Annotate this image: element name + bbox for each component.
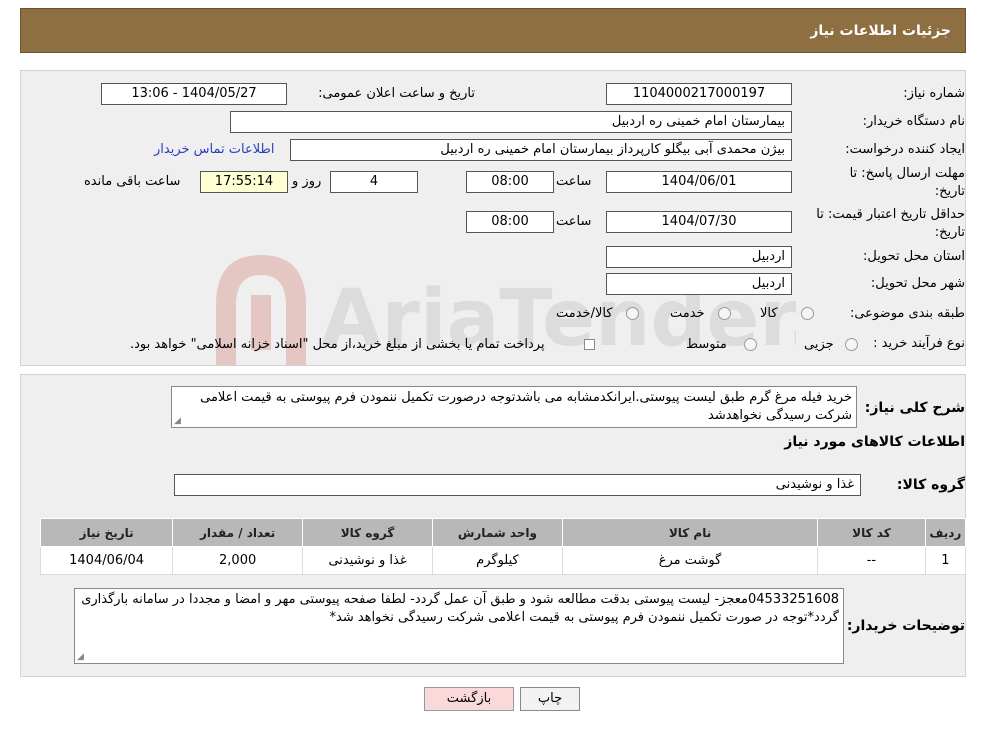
- reply-deadline-time-label: ساعت: [556, 174, 592, 189]
- category-goods-service-radio[interactable]: [626, 307, 639, 320]
- buyer-org-label: نام دستگاه خریدار:: [862, 114, 965, 129]
- reply-deadline-date: 1404/06/01: [606, 171, 792, 193]
- days-label: روز و: [292, 174, 322, 189]
- table-row: 1 -- گوشت مرغ کیلوگرم غذا و نوشیدنی 2,00…: [39, 546, 967, 575]
- requester-field: بیژن محمدی آبی بیگلو کارپرداز بیمارستان …: [290, 139, 792, 161]
- process-minor-radio[interactable]: [845, 338, 858, 351]
- category-goods-radio[interactable]: [801, 307, 814, 320]
- delivery-city-field: اردبیل: [606, 273, 792, 295]
- col-header-unit: واحد شمارش: [431, 518, 563, 547]
- treasury-note: پرداخت تمام یا بخشی از مبلغ خرید،از محل …: [130, 337, 545, 352]
- col-header-need-date: تاریخ نیاز: [39, 518, 174, 547]
- buyer-notes-label: توضیحات خریدار:: [846, 618, 965, 634]
- summary-text: خرید فیله مرغ گرم طبق لیست پیوستی.ایرانک…: [200, 390, 852, 423]
- col-header-item-name: نام کالا: [561, 518, 819, 547]
- time-remaining-label: ساعت باقی مانده: [84, 174, 181, 189]
- buyer-notes-text: 04533251608معجز- لیست پیوستی بدقت مطالعه…: [81, 592, 839, 625]
- need-number-field: 1104000217000197: [606, 83, 792, 105]
- announce-datetime-field: 1404/05/27 - 13:06: [101, 83, 287, 105]
- category-service-label: خدمت: [670, 306, 705, 321]
- resize-grip-icon[interactable]: ◢: [174, 417, 181, 426]
- col-header-group: گروه کالا: [302, 518, 433, 547]
- price-validity-label-2: تاریخ:: [934, 225, 965, 240]
- col-header-row-number: ردیف: [924, 518, 967, 547]
- reply-deadline-time: 08:00: [466, 171, 554, 193]
- price-validity-label: حداقل تاریخ اعتبار قیمت: تا: [816, 207, 965, 222]
- buyer-org-field: بیمارستان امام خمینی ره اردبیل: [230, 111, 792, 133]
- cell-unit: کیلوگرم: [431, 546, 563, 575]
- delivery-city-label: شهر محل تحویل:: [870, 276, 965, 291]
- process-medium-label: متوسط: [686, 337, 727, 352]
- table-header-row: ردیف کد کالا نام کالا واحد شمارش گروه کا…: [39, 518, 967, 547]
- back-button[interactable]: بازگشت: [424, 687, 514, 711]
- page-title: جزئیات اطلاعات نیاز: [810, 23, 951, 39]
- days-remaining-field: 4: [330, 171, 418, 193]
- reply-deadline-label: مهلت ارسال پاسخ: تا: [849, 166, 965, 181]
- price-validity-time: 08:00: [466, 211, 554, 233]
- col-header-quantity: تعداد / مقدار: [172, 518, 304, 547]
- price-validity-date: 1404/07/30: [606, 211, 792, 233]
- goods-group-label: گروه کالا:: [896, 477, 965, 493]
- cell-quantity: 2,000: [172, 546, 304, 575]
- delivery-province-field: اردبیل: [606, 246, 792, 268]
- time-remaining-field: 17:55:14: [200, 171, 288, 193]
- requester-label: ایجاد کننده درخواست:: [845, 142, 965, 157]
- reply-deadline-label-2: تاریخ:: [934, 184, 965, 199]
- buyer-notes-textarea[interactable]: 04533251608معجز- لیست پیوستی بدقت مطالعه…: [74, 588, 844, 664]
- price-validity-time-label: ساعت: [556, 214, 592, 229]
- print-button[interactable]: چاپ: [520, 687, 580, 711]
- cell-row-number: 1: [924, 546, 967, 575]
- resize-grip-icon[interactable]: ◢: [77, 653, 84, 662]
- buyer-contact-link[interactable]: اطلاعات تماس خریدار: [154, 142, 274, 157]
- purchase-process-label: نوع فرآیند خرید :: [873, 336, 965, 351]
- summary-textarea[interactable]: خرید فیله مرغ گرم طبق لیست پیوستی.ایرانک…: [171, 386, 857, 428]
- page-header: جزئیات اطلاعات نیاز: [20, 8, 966, 53]
- category-label: طبقه بندی موضوعی:: [849, 306, 965, 321]
- cell-item-name: گوشت مرغ: [561, 546, 819, 575]
- cell-need-date: 1404/06/04: [39, 546, 174, 575]
- items-table: ردیف کد کالا نام کالا واحد شمارش گروه کا…: [39, 518, 967, 575]
- goods-section-title: اطلاعات کالاهای مورد نیاز: [784, 434, 965, 450]
- goods-group-field: غذا و نوشیدنی: [174, 474, 861, 496]
- summary-label: شرح کلی نیاز:: [864, 400, 965, 416]
- category-goods-service-label: کالا/خدمت: [556, 306, 613, 321]
- cell-item-code: --: [817, 546, 926, 575]
- need-number-label: شماره نیاز:: [903, 86, 965, 101]
- col-header-item-code: کد کالا: [817, 518, 926, 547]
- announce-datetime-label: تاریخ و ساعت اعلان عمومی:: [318, 86, 475, 101]
- process-medium-radio[interactable]: [744, 338, 757, 351]
- delivery-province-label: استان محل تحویل:: [863, 249, 965, 264]
- category-goods-label: کالا: [760, 306, 778, 321]
- process-minor-label: جزیی: [804, 337, 834, 352]
- category-service-radio[interactable]: [718, 307, 731, 320]
- treasury-checkbox[interactable]: [584, 339, 595, 350]
- cell-group: غذا و نوشیدنی: [302, 546, 433, 575]
